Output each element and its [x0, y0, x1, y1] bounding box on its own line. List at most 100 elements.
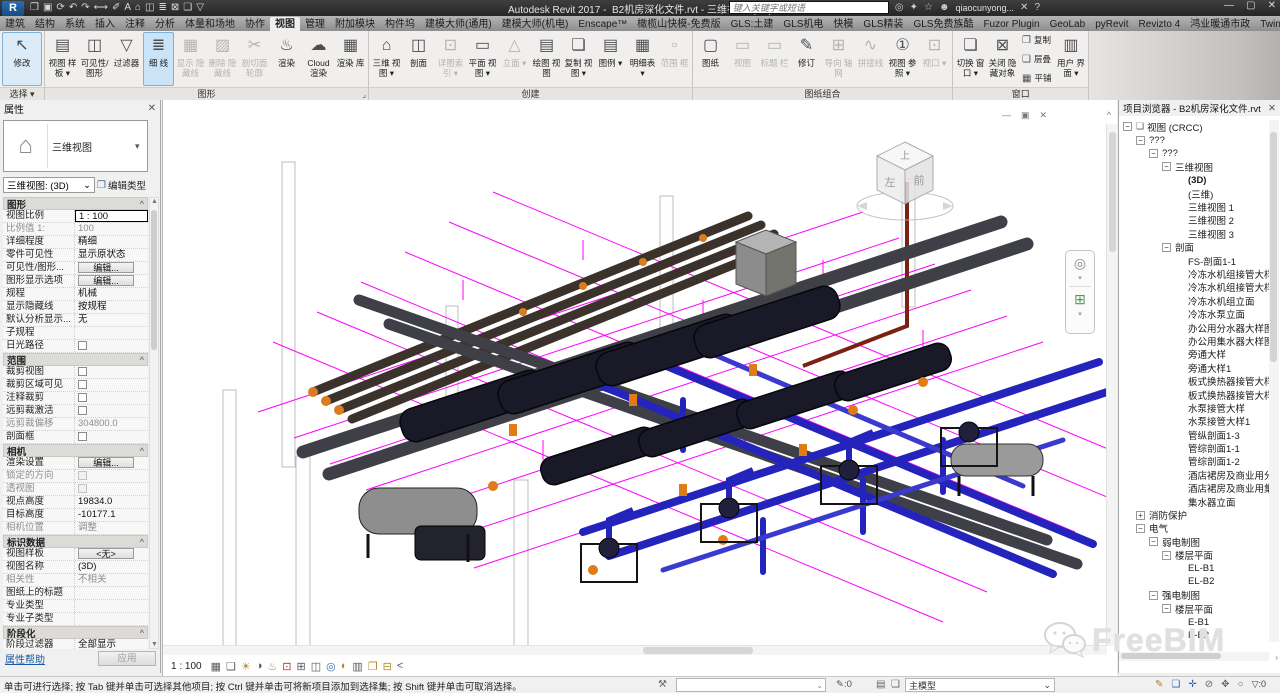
expand-box-icon[interactable]: + [1136, 511, 1145, 520]
ribbon-button-渲染[interactable]: ♨渲染 [271, 32, 302, 86]
browser-item-管综剖面1-1[interactable]: 管综剖面1-1 [1119, 441, 1269, 454]
scrollbar-collapse-icon[interactable]: ^ [1107, 110, 1111, 120]
text-icon[interactable]: A [124, 1, 131, 15]
instance-filter-select[interactable]: 三维视图: (3D)⌄ [3, 177, 95, 193]
collapse-box-icon[interactable]: − [1136, 524, 1145, 533]
prop-group-相机[interactable]: 相机^ [3, 444, 148, 457]
ribbon-tab-附加模块[interactable]: 附加模块 [330, 17, 380, 31]
ribbon-tab-Revizto 4[interactable]: Revizto 4 [1134, 17, 1186, 31]
browser-item-水泵接管大样1[interactable]: 水泵接管大样1 [1119, 415, 1269, 428]
browser-item-板式换热器接管大样2[interactable]: 板式换热器接管大样2 [1119, 388, 1269, 401]
revit-logo[interactable]: R [2, 1, 24, 16]
browser-item-FS-剖面1-1[interactable]: FS-剖面1-1 [1119, 254, 1269, 267]
chevron-down-icon[interactable]: ▾ [1078, 274, 1082, 282]
section-icon[interactable]: ◫ [145, 1, 154, 15]
ribbon-tab-Twinmotion[interactable]: Twinmotion [1255, 17, 1280, 31]
visual-style-icon[interactable]: ▦ [211, 660, 221, 673]
browser-item-冷冻水机组接管大样2[interactable]: 冷冻水机组接管大样2 [1119, 281, 1269, 294]
navigation-bar[interactable]: ◎ ▾ ⊞ ▾ [1065, 250, 1095, 334]
checkbox[interactable] [78, 484, 87, 493]
ribbon-button-视图 样板[interactable]: ▤视图 样板 ▾ [47, 32, 78, 86]
browser-item-三维视图[interactable]: −三维视图 [1119, 160, 1269, 173]
ribbon-tab-GLS:土建[interactable]: GLS:土建 [726, 17, 779, 31]
exclude-options-icon[interactable]: ⊘ [1205, 679, 1213, 690]
browser-item-板式换热器接管大样[interactable]: 板式换热器接管大样 [1119, 374, 1269, 387]
ribbon-tab-体量和场地[interactable]: 体量和场地 [180, 17, 240, 31]
ribbon-tab-建模大师(通用)[interactable]: 建模大师(通用) [420, 17, 497, 31]
view-restore-icon[interactable]: ▣ [1021, 110, 1030, 121]
design-options-icon[interactable]: ▤ [876, 679, 885, 690]
prop-edit-button[interactable]: 编辑... [78, 275, 134, 286]
checkbox[interactable] [78, 406, 87, 415]
collapse-bar-icon[interactable]: < [397, 660, 403, 672]
ribbon-tab-视图[interactable]: 视图 [270, 17, 300, 31]
search-input[interactable] [729, 1, 889, 14]
ribbon-button-用户 界面[interactable]: ▥用户 界面 ▾ [1055, 32, 1086, 86]
browser-item-管纵剖面1-3[interactable]: 管纵剖面1-3 [1119, 428, 1269, 441]
ribbon-button-明细表[interactable]: ▦明细表 ▾ [627, 32, 658, 86]
ribbon-button-层叠[interactable]: ❏层叠 [1019, 52, 1054, 66]
ribbon-button-图例[interactable]: ▤图例 ▾ [595, 32, 626, 86]
undo-icon[interactable]: ↶ [69, 1, 77, 15]
ribbon-tab-建模大师(机电)[interactable]: 建模大师(机电) [497, 17, 574, 31]
browser-item-EL-B2[interactable]: EL-B2 [1119, 575, 1269, 588]
aligned-dimension-icon[interactable]: ✐ [112, 1, 120, 15]
ribbon-button-视图 参照[interactable]: ①视图 参照 ▾ [887, 32, 918, 86]
ribbon-button-复制 视图[interactable]: ❏复制 视图 ▾ [563, 32, 594, 86]
browser-item-剖面[interactable]: −剖面 [1119, 241, 1269, 254]
collapse-box-icon[interactable]: − [1162, 162, 1171, 171]
sun-path-icon[interactable]: ☀ [241, 660, 251, 673]
ribbon-tab-GeoLab[interactable]: GeoLab [1045, 17, 1091, 31]
browser-item-楼层平面[interactable]: −楼层平面 [1119, 602, 1269, 615]
ribbon-button-Cloud 渲染[interactable]: ☁Cloud 渲染 [303, 32, 334, 86]
ribbon-tab-GLS免费族酷[interactable]: GLS免费族酷 [908, 17, 978, 31]
checkbox[interactable] [78, 471, 87, 480]
close-button[interactable]: ✕ [1268, 0, 1276, 11]
rendering-dialog-icon[interactable]: ♨ [267, 660, 277, 673]
type-selector[interactable]: ⌂ 三维视图 ▾ [3, 120, 148, 172]
properties-close-icon[interactable]: ✕ [148, 103, 156, 114]
browser-item-视图 (CRCC)[interactable]: −❏视图 (CRCC) [1119, 120, 1269, 133]
ribbon-tab-协作[interactable]: 协作 [240, 17, 270, 31]
properties-scrollbar[interactable]: ▲ ▼ [149, 197, 159, 649]
checkbox[interactable] [78, 380, 87, 389]
browser-item-冷冻水机组接管大样1[interactable]: 冷冻水机组接管大样1 [1119, 267, 1269, 280]
browser-item-E-B1[interactable]: E-B1 [1119, 615, 1269, 628]
ribbon-tab-GLS机电[interactable]: GLS机电 [778, 17, 828, 31]
collapse-box-icon[interactable]: − [1149, 591, 1158, 600]
restore-button[interactable]: ▢ [1246, 0, 1255, 11]
shadows-icon[interactable]: ◑ [256, 660, 263, 672]
browser-item-强电制图[interactable]: −强电制图 [1119, 589, 1269, 602]
sync-icon[interactable]: ⟳ [56, 1, 64, 15]
detail-level-icon[interactable]: ❏ [226, 660, 236, 673]
browser-item-三维视图 1[interactable]: 三维视图 1 [1119, 200, 1269, 213]
displacement-icon[interactable]: ❐ [368, 660, 378, 673]
browser-item-E-B2[interactable]: E-B2 [1119, 629, 1269, 642]
browser-item-管综剖面1-2[interactable]: 管综剖面1-2 [1119, 455, 1269, 468]
reveal-hidden-elements-icon[interactable]: ◐ [341, 660, 348, 672]
ribbon-button-三维 视图[interactable]: ⌂三维 视图 ▾ [371, 32, 402, 86]
ribbon-button-剖面[interactable]: ◫剖面 [403, 32, 434, 86]
temporary-hide-isolate-icon[interactable]: ◎ [326, 660, 336, 673]
ribbon-button-修订[interactable]: ✎修订 [791, 32, 822, 86]
ribbon-tab-橄榄山快模-免费版[interactable]: 橄榄山快模-免费版 [632, 17, 725, 31]
browser-item-(三维)[interactable]: (三维) [1119, 187, 1269, 200]
collapse-icon[interactable]: ^ [140, 446, 144, 456]
ribbon-button-关闭 隐藏对象[interactable]: ⊠关闭 隐藏对象 [987, 32, 1018, 86]
ribbon-button-平铺[interactable]: ▦平铺 [1019, 71, 1054, 85]
crop-view-icon[interactable]: ⊡ [282, 660, 291, 673]
save-icon[interactable]: ▣ [43, 1, 52, 15]
ribbon-tab-建筑[interactable]: 建筑 [0, 17, 30, 31]
browser-item-冷冻水泵立面[interactable]: 冷冻水泵立面 [1119, 307, 1269, 320]
collapse-box-icon[interactable]: − [1162, 551, 1171, 560]
viewcube[interactable]: 上 左 前 [847, 128, 967, 238]
collapse-icon[interactable]: ^ [140, 355, 144, 365]
favorites-icon[interactable]: ☆ [924, 2, 933, 13]
browser-item-酒店裙房及商业用集水器[interactable]: 酒店裙房及商业用集水器 [1119, 482, 1269, 495]
browser-item-三维视图 2[interactable]: 三维视图 2 [1119, 214, 1269, 227]
design-option-select[interactable]: 主模型⌄ [905, 678, 1055, 692]
ribbon-tab-pyRevit[interactable]: pyRevit [1090, 17, 1133, 31]
ribbon-tab-GLS精装[interactable]: GLS精装 [858, 17, 908, 31]
reveal-constraints-icon[interactable]: ⊟ [383, 660, 392, 673]
browser-item-EL-B1[interactable]: EL-B1 [1119, 562, 1269, 575]
